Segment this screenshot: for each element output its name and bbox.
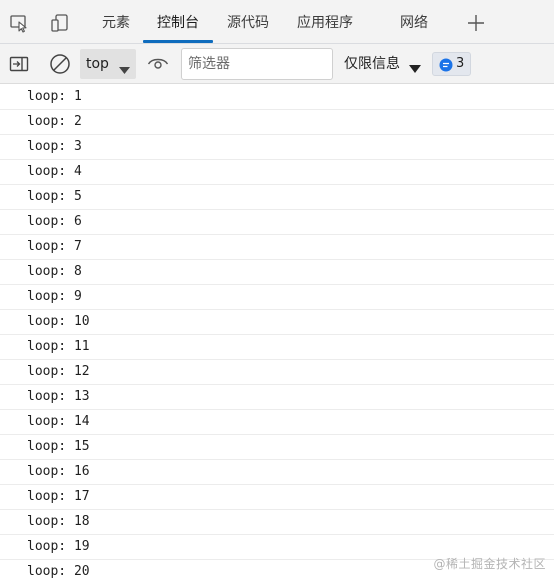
tab-sources[interactable]: 源代码 — [220, 0, 276, 44]
tab-elements[interactable]: 元素 — [96, 0, 136, 44]
active-tab-indicator — [143, 40, 213, 43]
message-bubble-icon — [439, 57, 453, 76]
eye-icon[interactable] — [146, 54, 170, 74]
context-value: top — [86, 56, 109, 72]
console-log-row: loop: 14 — [0, 410, 554, 435]
console-log-row: loop: 4 — [0, 160, 554, 185]
console-log-row: loop: 1 — [0, 85, 554, 110]
dropdown-arrow-icon — [119, 60, 130, 79]
clear-console-icon[interactable] — [49, 53, 71, 75]
issues-count: 3 — [456, 56, 465, 71]
tab-network[interactable]: 网络 — [393, 0, 435, 44]
tab-label: 网络 — [400, 15, 428, 31]
tab-label: 源代码 — [227, 15, 269, 31]
console-log-row: loop: 12 — [0, 360, 554, 385]
tab-label: 应用程序 — [297, 15, 353, 31]
console-log-row: loop: 3 — [0, 135, 554, 160]
devtools-tab-strip: 元素 控制台 源代码 应用程序 网络 — [0, 0, 554, 44]
plus-icon[interactable] — [465, 12, 487, 34]
console-log-row: loop: 16 — [0, 460, 554, 485]
console-log-row: loop: 8 — [0, 260, 554, 285]
tab-application[interactable]: 应用程序 — [290, 0, 360, 44]
device-emulation-icon[interactable] — [49, 12, 71, 34]
log-levels-label: 仅限信息 — [344, 56, 400, 72]
issues-counter-button[interactable]: 3 — [432, 52, 471, 76]
console-log-row: loop: 9 — [0, 285, 554, 310]
tab-label: 控制台 — [157, 15, 199, 31]
console-log-row: loop: 5 — [0, 185, 554, 210]
console-log-row: loop: 11 — [0, 335, 554, 360]
console-log-row: loop: 6 — [0, 210, 554, 235]
console-log-row: loop: 7 — [0, 235, 554, 260]
console-log-row: loop: 10 — [0, 310, 554, 335]
console-output: loop: 1 loop: 2 loop: 3 loop: 4 loop: 5 … — [0, 85, 554, 580]
console-log-row: loop: 13 — [0, 385, 554, 410]
console-log-row: loop: 17 — [0, 485, 554, 510]
dropdown-arrow-icon — [409, 59, 421, 78]
inspect-element-icon[interactable] — [8, 12, 30, 34]
tab-console[interactable]: 控制台 — [143, 0, 213, 44]
log-levels-dropdown[interactable]: 仅限信息 — [344, 44, 400, 84]
context-selector[interactable]: top — [80, 49, 136, 79]
console-log-row: loop: 15 — [0, 435, 554, 460]
sidebar-toggle-icon[interactable] — [9, 54, 29, 74]
console-toolbar: top 仅限信息 3 — [0, 44, 554, 84]
filter-input[interactable] — [181, 48, 333, 80]
watermark: @稀土掘金技术社区 — [433, 557, 546, 571]
console-log-row: loop: 2 — [0, 110, 554, 135]
tab-label: 元素 — [102, 15, 130, 31]
console-log-row: loop: 18 — [0, 510, 554, 535]
